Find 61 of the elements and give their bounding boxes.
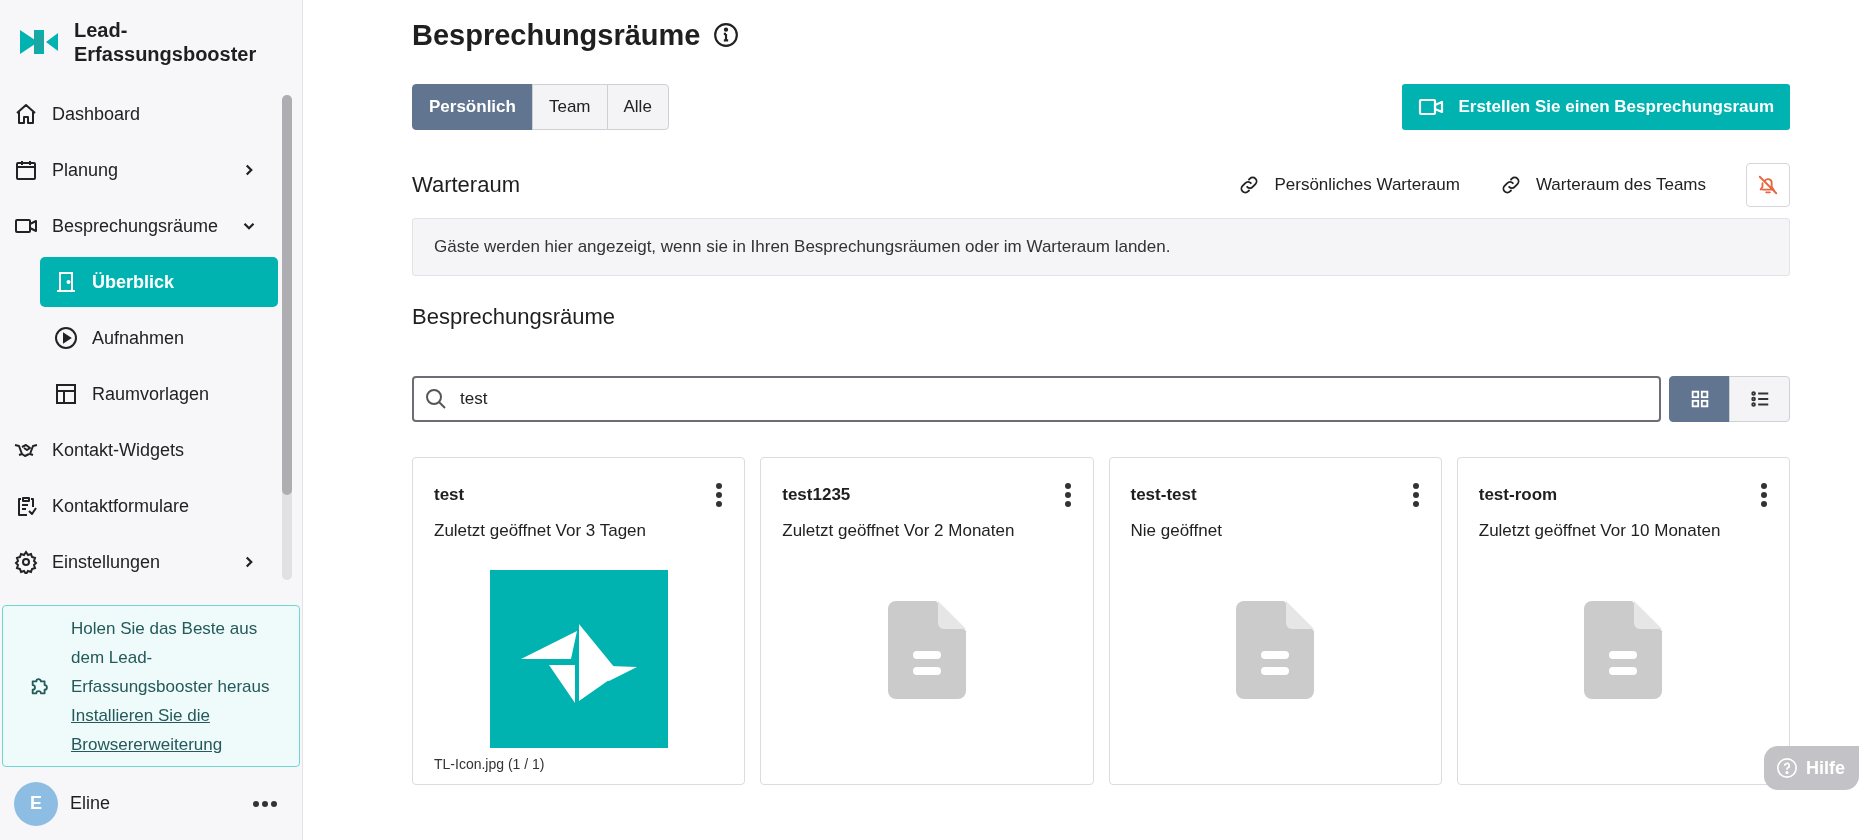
door-icon <box>54 270 78 295</box>
last-opened-text: Nie geöffnet <box>1130 521 1223 541</box>
last-opened-text: Zuletzt geöffnet Vor 10 Monaten <box>1478 521 1722 541</box>
waiting-room-link[interactable]: Warteraum des Teams <box>1499 174 1706 196</box>
nav-item[interactable]: Einstellungen <box>0 537 278 588</box>
more-icon[interactable] <box>252 799 278 808</box>
list-icon <box>1748 388 1771 410</box>
gear-icon <box>14 550 38 575</box>
question-icon <box>1776 757 1798 779</box>
room-card[interactable]: test Zuletzt geöffnet Vor 3 Tagen TL-Icon.jpg (1 / 1) <box>412 457 746 785</box>
nav-item[interactable]: Kontakt-Widgets <box>0 425 278 476</box>
more-icon[interactable] <box>1411 482 1420 508</box>
room-title: test-room <box>1478 485 1558 505</box>
nav-item[interactable]: Planung <box>0 145 278 196</box>
bell-off-icon <box>1757 174 1779 196</box>
play-circle-icon <box>54 326 78 351</box>
promo-text: Holen Sie das Beste aus dem Lead-Erfassungsbooster heraus Installieren Sie die Browsererweiterung <box>71 613 285 759</box>
layout-icon <box>54 382 78 407</box>
filter-tab[interactable]: Alle <box>606 84 669 130</box>
more-icon[interactable] <box>715 482 724 508</box>
nav-item[interactable]: Aufnahmen <box>40 313 278 364</box>
scrollbar[interactable] <box>282 95 292 581</box>
logo-icon <box>20 29 58 54</box>
search-field[interactable]: test <box>412 376 1661 422</box>
calendar-icon <box>14 158 38 183</box>
info-icon[interactable] <box>712 22 739 48</box>
room-card[interactable]: test-room Zuletzt geöffnet Vor 10 Monaten <box>1456 457 1790 785</box>
more-icon[interactable] <box>1063 482 1072 508</box>
document-icon <box>1584 600 1663 699</box>
video-camera-icon <box>1418 97 1445 117</box>
room-title: test1235 <box>782 485 851 505</box>
waiting-room-link[interactable]: Persönliches Warteraum <box>1238 174 1460 196</box>
section-heading: Warteraum <box>412 172 521 198</box>
nav-item[interactable]: Raumvorlagen <box>40 369 278 420</box>
filter-tab[interactable]: Persönlich <box>412 84 533 130</box>
room-card[interactable]: test1235 Zuletzt geöffnet Vor 2 Monaten <box>760 457 1094 785</box>
grid-view-button[interactable] <box>1669 376 1730 422</box>
document-icon <box>1236 600 1315 699</box>
more-icon[interactable] <box>1760 482 1768 508</box>
room-title: test <box>434 485 465 505</box>
nav-item[interactable]: Kontaktformulare <box>0 481 278 532</box>
nav-item[interactable]: Dashboard <box>0 89 278 140</box>
room-card[interactable]: test-test Nie geöffnet <box>1108 457 1442 785</box>
install-extension-link[interactable]: Installieren Sie die Browsererweiterung <box>71 700 285 759</box>
page-title: Besprechungsräume <box>412 18 701 52</box>
image-caption: TL-Icon.jpg (1 / 1) <box>434 755 545 772</box>
section-heading: Besprechungsräume <box>412 304 616 331</box>
last-opened-text: Zuletzt geöffnet Vor 3 Tagen <box>434 521 648 541</box>
room-title: test-test <box>1130 485 1197 505</box>
filter-tab[interactable]: Team <box>531 84 608 130</box>
user-avatar: E <box>14 781 58 826</box>
home-icon <box>14 102 38 127</box>
nav-item[interactable]: Besprechungsräume <box>0 201 278 252</box>
last-opened-text: Zuletzt geöffnet Vor 2 Monaten <box>782 521 1016 541</box>
search-icon <box>424 387 448 411</box>
list-view-button[interactable] <box>1729 376 1790 422</box>
notifications-off-button[interactable] <box>1746 163 1790 207</box>
waiting-room-notice: Gäste werden hier angezeigt, wenn sie in Ihren Besprechungsräumen oder im Warteraum landen. <box>412 218 1790 276</box>
brand-name: Lead-Erfassungsbooster <box>74 17 258 66</box>
document-icon <box>887 600 966 699</box>
user-name: Eline <box>70 793 112 815</box>
